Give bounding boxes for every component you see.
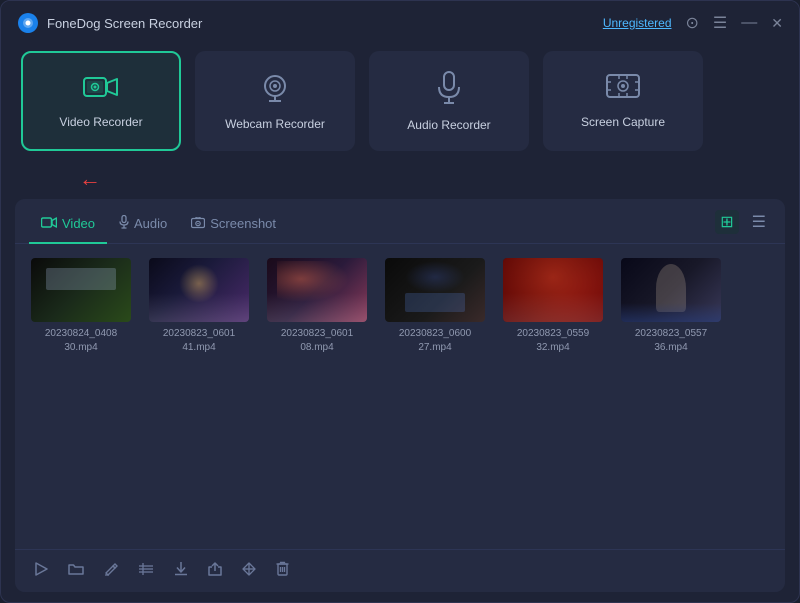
- app-logo-icon: [17, 12, 39, 34]
- tab-audio-label: Audio: [134, 216, 167, 231]
- unregistered-link[interactable]: Unregistered: [603, 16, 672, 30]
- play-icon[interactable]: [31, 559, 51, 584]
- target-icon[interactable]: ⊙: [686, 13, 699, 33]
- file-thumbnail: [149, 258, 249, 322]
- menu-icon[interactable]: ☰: [713, 13, 727, 33]
- file-name: 20230823_060141.mp4: [163, 327, 235, 355]
- audio-recorder-label: Audio Recorder: [407, 118, 490, 132]
- audio-recorder-icon: [435, 71, 463, 110]
- file-item[interactable]: 20230823_055932.mp4: [503, 258, 603, 355]
- share-icon[interactable]: [205, 559, 225, 584]
- webcam-recorder-icon: [259, 72, 291, 109]
- bottom-toolbar: [15, 549, 785, 592]
- tab-bar: Video Audio: [15, 199, 785, 244]
- download-icon[interactable]: [171, 558, 191, 584]
- trim-icon[interactable]: [135, 559, 157, 584]
- folder-icon[interactable]: [65, 559, 87, 584]
- file-item[interactable]: 20230823_060027.mp4: [385, 258, 485, 355]
- red-arrow-icon: ←: [79, 166, 101, 192]
- screen-capture-icon: [606, 74, 640, 107]
- mode-bar: Video Recorder Webcam Recorder: [1, 45, 799, 167]
- mode-btn-audio-recorder[interactable]: Audio Recorder: [369, 51, 529, 151]
- content-area: Video Audio: [15, 199, 785, 592]
- app-window: FoneDog Screen Recorder Unregistered ⊙ ☰…: [0, 0, 800, 603]
- tab-screenshot[interactable]: Screenshot: [179, 210, 288, 244]
- tab-video-label: Video: [62, 216, 95, 231]
- file-item[interactable]: 20230824_040830.mp4: [31, 258, 131, 355]
- file-item[interactable]: 20230823_060108.mp4: [267, 258, 367, 355]
- video-recorder-label: Video Recorder: [59, 115, 142, 129]
- mode-btn-screen-capture[interactable]: Screen Capture: [543, 51, 703, 151]
- grid-view-btn[interactable]: ⊞: [715, 210, 738, 234]
- arrow-area: ←: [1, 167, 799, 199]
- list-view-btn[interactable]: ☰: [747, 210, 771, 234]
- file-item[interactable]: 20230823_060141.mp4: [149, 258, 249, 355]
- video-tab-icon: [41, 216, 57, 232]
- audio-tab-icon: [119, 215, 129, 232]
- file-thumbnail: [267, 258, 367, 322]
- title-bar-right: Unregistered ⊙ ☰ — ✕: [603, 13, 783, 33]
- title-bar-left: FoneDog Screen Recorder: [17, 12, 202, 34]
- file-thumbnail: [385, 258, 485, 322]
- title-bar: FoneDog Screen Recorder Unregistered ⊙ ☰…: [1, 1, 799, 45]
- mode-btn-video-recorder[interactable]: Video Recorder: [21, 51, 181, 151]
- video-recorder-icon: [83, 74, 119, 107]
- view-toggles: ⊞ ☰: [715, 210, 771, 242]
- mode-btn-webcam-recorder[interactable]: Webcam Recorder: [195, 51, 355, 151]
- file-thumbnail: [503, 258, 603, 322]
- file-name: 20230823_060027.mp4: [399, 327, 471, 355]
- screenshot-tab-icon: [191, 216, 205, 232]
- file-name: 20230823_055736.mp4: [635, 327, 707, 355]
- screen-capture-label: Screen Capture: [581, 115, 665, 129]
- tab-video[interactable]: Video: [29, 210, 107, 244]
- tab-screenshot-label: Screenshot: [210, 216, 276, 231]
- file-thumbnail: [31, 258, 131, 322]
- file-item[interactable]: 20230823_055736.mp4: [621, 258, 721, 355]
- close-icon[interactable]: ✕: [771, 15, 783, 32]
- tab-audio[interactable]: Audio: [107, 209, 179, 244]
- file-name: 20230824_040830.mp4: [45, 327, 117, 355]
- file-thumbnail: [621, 258, 721, 322]
- delete-icon[interactable]: [273, 558, 292, 584]
- move-icon[interactable]: [239, 559, 259, 584]
- file-name: 20230823_055932.mp4: [517, 327, 589, 355]
- webcam-recorder-label: Webcam Recorder: [225, 117, 325, 131]
- file-grid: 20230824_040830.mp4 20230823_060141.mp4 …: [15, 244, 785, 549]
- app-title: FoneDog Screen Recorder: [47, 16, 202, 31]
- minimize-icon[interactable]: —: [741, 14, 757, 32]
- file-name: 20230823_060108.mp4: [281, 327, 353, 355]
- edit-icon[interactable]: [101, 559, 121, 584]
